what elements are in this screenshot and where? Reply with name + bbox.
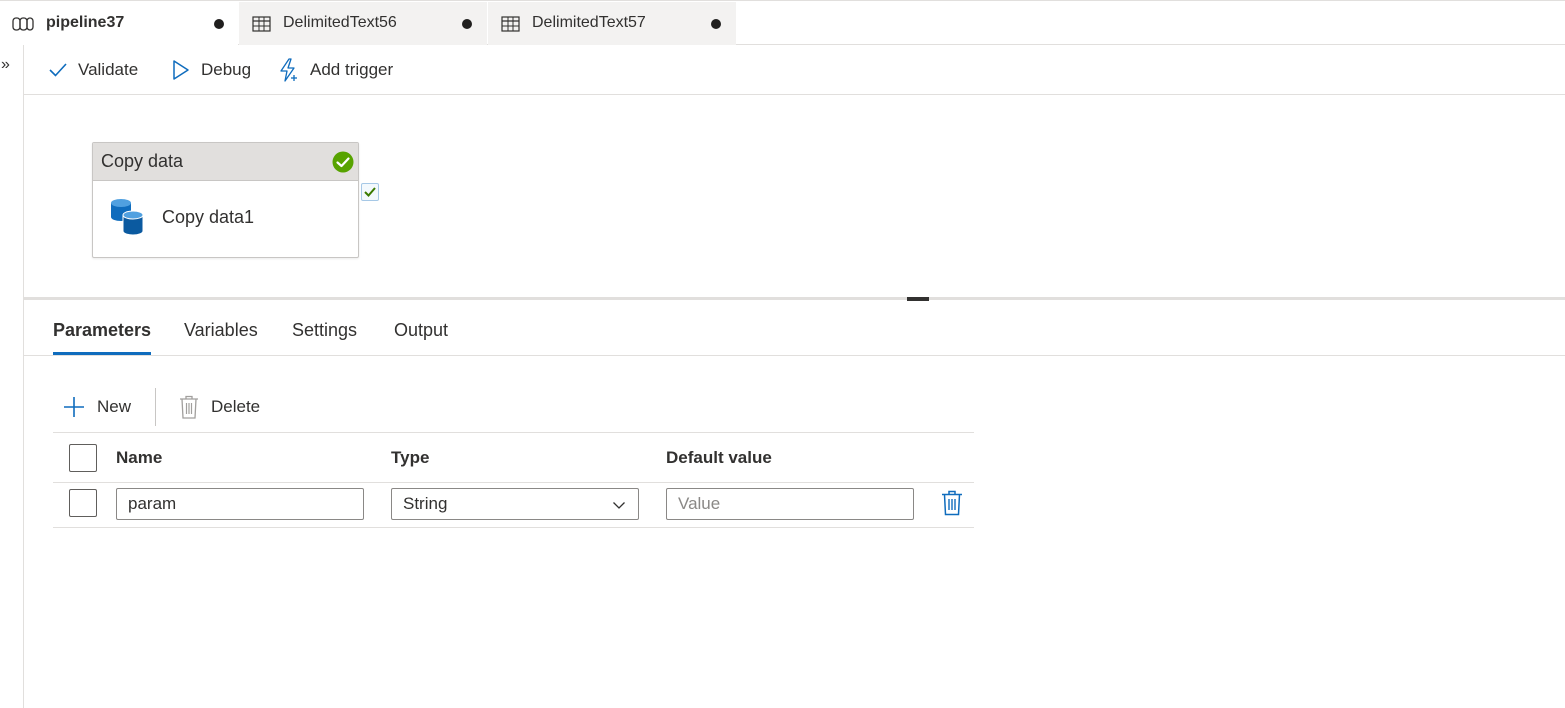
chevron-down-icon <box>613 502 625 509</box>
activity-header: Copy data <box>93 143 358 181</box>
row-checkbox[interactable] <box>69 489 97 517</box>
unsaved-dot-icon <box>462 19 472 29</box>
unsaved-dot-icon <box>711 19 721 29</box>
debug-button[interactable]: Debug <box>171 57 251 83</box>
table-row: param String Value <box>53 483 974 528</box>
tab-label: pipeline37 <box>46 14 125 31</box>
debug-label: Debug <box>201 60 252 79</box>
trash-icon <box>180 395 198 419</box>
tab-delimitedtext57[interactable]: DelimitedText57 <box>488 2 736 45</box>
tab-label: DelimitedText57 <box>532 14 646 31</box>
column-header-name[interactable]: Name <box>116 448 162 468</box>
activity-name: Copy data1 <box>162 207 255 227</box>
unsaved-dot-icon <box>214 19 224 29</box>
parameter-name-input[interactable]: param <box>116 488 364 520</box>
parameter-type-select[interactable]: String <box>391 488 639 520</box>
column-header-type[interactable]: Type <box>391 448 429 468</box>
column-header-default-value[interactable]: Default value <box>666 448 772 468</box>
new-label: New <box>97 397 132 416</box>
properties-panel-tabs: Parameters Variables Settings Output <box>24 300 1565 356</box>
tab-output[interactable]: Output <box>394 320 448 341</box>
active-tab-underline <box>53 352 151 355</box>
select-all-checkbox[interactable] <box>69 444 97 472</box>
parameter-default-value-input[interactable]: Value <box>666 488 914 520</box>
new-parameter-button[interactable]: New <box>63 394 131 420</box>
parameters-table: Name Type Default value param String Val… <box>53 432 974 528</box>
pipeline-canvas[interactable]: Copy data Copy data1 <box>24 96 1565 298</box>
success-output-port[interactable] <box>361 183 379 201</box>
success-check-icon <box>332 151 354 173</box>
play-icon <box>173 60 189 80</box>
document-tab-bar: pipeline37 DelimitedText56 DelimitedText… <box>0 0 1565 45</box>
delete-parameter-button[interactable]: Delete <box>179 394 260 420</box>
validate-label: Validate <box>78 60 139 79</box>
pipeline-toolbar: Validate Debug Add trigger <box>24 45 1565 95</box>
table-header: Name Type Default value <box>53 432 974 483</box>
left-collapsed-strip: » <box>0 45 24 708</box>
plus-icon <box>64 397 84 417</box>
parameters-toolbar: New Delete <box>53 388 453 426</box>
activity-type-label: Copy data <box>101 151 184 171</box>
validate-button[interactable]: Validate <box>48 57 138 83</box>
expand-chevrons-icon[interactable]: » <box>1 57 10 73</box>
copy-data-activity[interactable]: Copy data Copy data1 <box>92 142 359 258</box>
parameter-type-value: String <box>403 494 448 513</box>
success-port-check-icon <box>364 187 376 197</box>
table-icon <box>252 16 271 32</box>
add-trigger-label: Add trigger <box>310 60 394 79</box>
tab-parameters[interactable]: Parameters <box>53 320 151 341</box>
toolbar-divider <box>155 388 156 426</box>
tab-label: DelimitedText56 <box>283 14 397 31</box>
table-icon <box>501 16 520 32</box>
checkmark-icon <box>49 63 67 77</box>
tab-delimitedtext56[interactable]: DelimitedText56 <box>239 2 487 45</box>
row-delete-trash-icon[interactable] <box>941 490 963 516</box>
database-copy-icon <box>111 199 144 236</box>
tab-pipeline37[interactable]: pipeline37 <box>0 2 238 45</box>
activity-body: Copy data1 <box>93 181 358 257</box>
tab-variables[interactable]: Variables <box>184 320 258 341</box>
add-trigger-button[interactable]: Add trigger <box>278 57 393 83</box>
lightning-add-icon <box>280 58 297 82</box>
tab-settings[interactable]: Settings <box>292 320 357 341</box>
pipeline-icon <box>12 17 34 31</box>
delete-label: Delete <box>211 397 261 416</box>
